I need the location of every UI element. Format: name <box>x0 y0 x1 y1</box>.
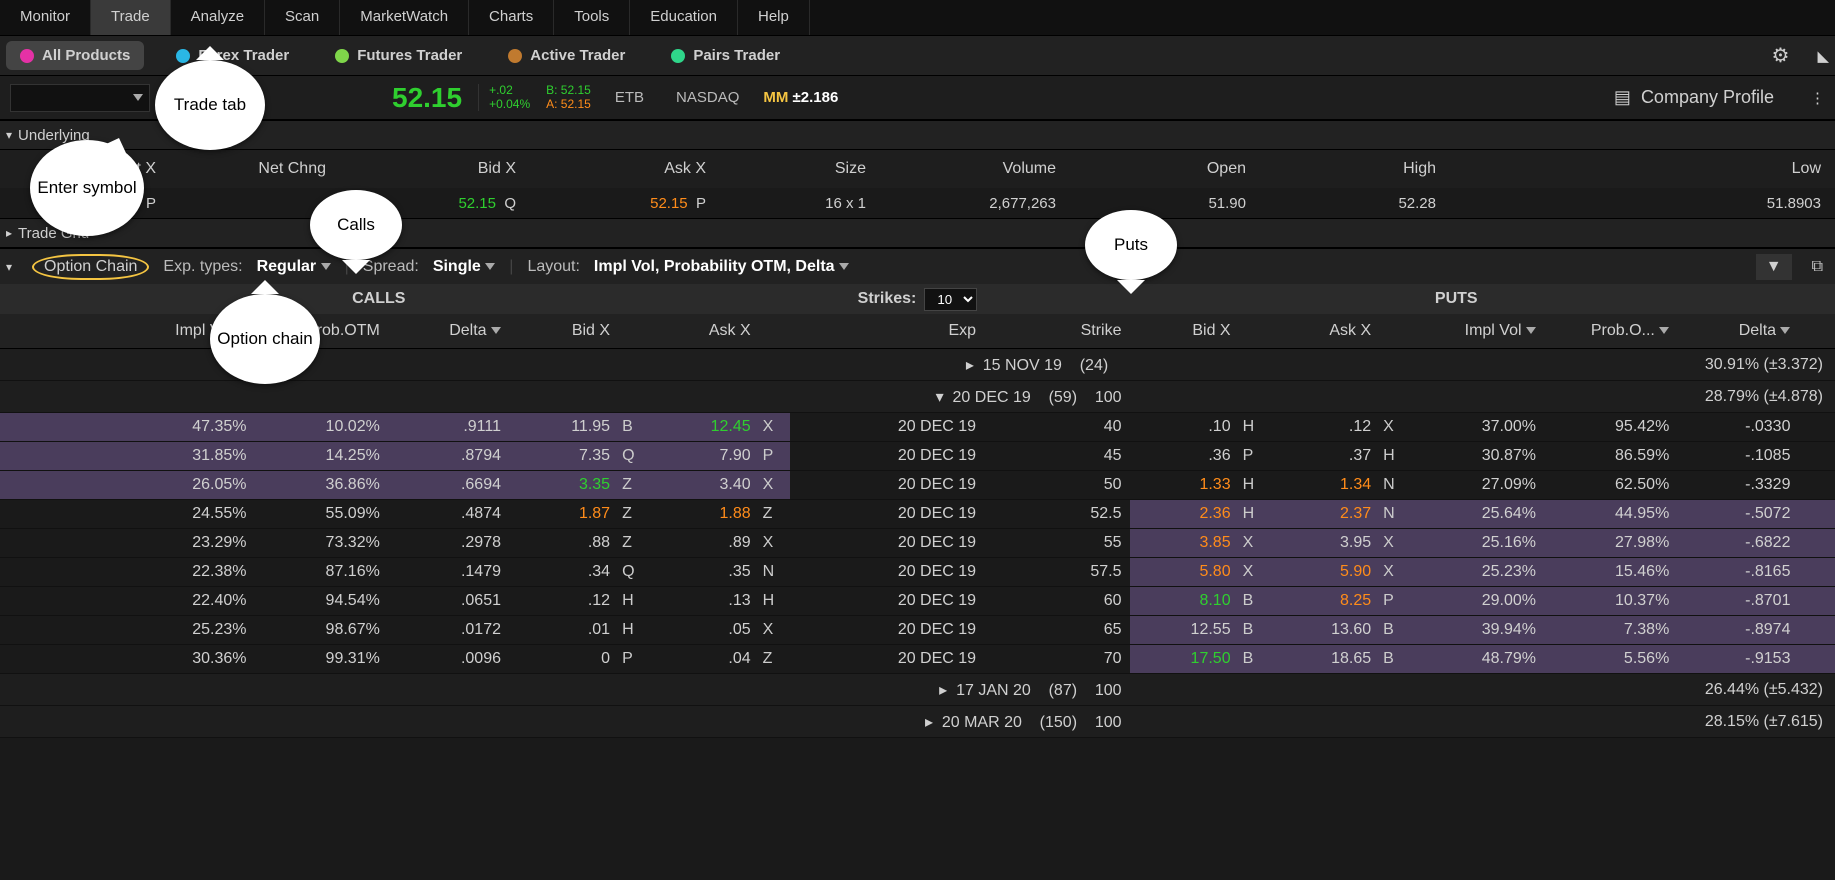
trade-grid-section-header[interactable]: ▸ Trade Grid <box>0 218 1835 248</box>
col-put-ask[interactable]: Ask X <box>1270 314 1379 349</box>
callout-option-chain: Option chain <box>210 294 320 384</box>
expiry-row[interactable]: ▸ 20 MAR 20 (150) 10028.15% (±7.615) <box>0 706 1835 738</box>
symbol-input[interactable] <box>10 84 150 112</box>
underlying-section-header[interactable]: ▾ Underlying <box>0 120 1835 150</box>
chevron-down-icon: ▾ <box>6 128 12 142</box>
last-price: 52.15 <box>392 82 462 114</box>
more-icon[interactable]: ⋮ <box>1810 89 1825 107</box>
menu-education[interactable]: Education <box>630 0 738 35</box>
dot-icon <box>20 49 34 63</box>
layout-select[interactable]: Impl Vol, Probability OTM, Delta <box>594 258 849 276</box>
menu-trade[interactable]: Trade <box>91 0 171 35</box>
strikes-selector: Strikes: 10 <box>758 288 1078 311</box>
col-put-iv[interactable]: Impl Vol <box>1411 314 1544 349</box>
col-put-bid[interactable]: Bid X <box>1130 314 1239 349</box>
symbol-infobar: 52.15 +.02+0.04% B: 52.15 A: 52.15 ETB N… <box>0 76 1835 120</box>
subtab-active-trader[interactable]: Active Trader <box>494 41 639 70</box>
chain-row[interactable]: 22.40%94.54%.0651.12H.13H20 DEC 19608.10… <box>0 587 1835 616</box>
chain-row[interactable]: 30.36%99.31%.00960P.04Z20 DEC 197017.50B… <box>0 645 1835 674</box>
option-chain-title[interactable]: Option Chain <box>32 254 149 280</box>
col-call-ask[interactable]: Ask X <box>650 314 759 349</box>
col-call-delta[interactable]: Delta <box>388 314 509 349</box>
dot-icon <box>176 49 190 63</box>
spread-select[interactable]: Single <box>433 258 495 276</box>
menu-monitor[interactable]: Monitor <box>0 0 91 35</box>
exchange-label: NASDAQ <box>668 89 747 106</box>
und-col-bid-x[interactable]: Bid X <box>340 160 530 178</box>
calls-header: CALLS <box>0 290 758 308</box>
expiry-row[interactable]: ▸ 17 JAN 20 (87) 10026.44% (±5.432) <box>0 674 1835 706</box>
chain-row[interactable]: 25.23%98.67%.0172.01H.05X20 DEC 196512.5… <box>0 616 1835 645</box>
chevron-right-icon: ▸ <box>6 226 12 240</box>
und-cell: 16 x 1 <box>720 195 880 212</box>
und-col-low[interactable]: Low <box>1450 160 1835 178</box>
und-col-open[interactable]: Open <box>1070 160 1260 178</box>
popout-icon[interactable]: ⧉ <box>1806 254 1829 280</box>
und-cell: 51.8903 <box>1450 195 1835 212</box>
callout-trade-tab: Trade tab <box>155 60 265 150</box>
subtab-pairs-trader[interactable]: Pairs Trader <box>657 41 794 70</box>
bid-ask-mini: B: 52.15 A: 52.15 <box>546 84 591 110</box>
product-subtabs: All ProductsForex TraderFutures TraderAc… <box>0 36 1835 76</box>
und-col-high[interactable]: High <box>1260 160 1450 178</box>
chain-row[interactable]: 23.29%73.32%.2978.88Z.89X20 DEC 19553.85… <box>0 529 1835 558</box>
market-maker-icon: MM ±2.186 <box>763 89 838 106</box>
und-cell: 52.15 P <box>530 195 720 212</box>
callout-calls: Calls <box>310 190 402 260</box>
expiry-row[interactable]: ▾ 20 DEC 19 (59) 10028.79% (±4.878) <box>0 381 1835 413</box>
und-col-volume[interactable]: Volume <box>880 160 1070 178</box>
gear-icon[interactable]: ⚙ <box>1772 43 1790 68</box>
menu-scan[interactable]: Scan <box>265 0 340 35</box>
col-exp[interactable]: Exp <box>790 314 984 349</box>
chevron-down-icon <box>133 94 143 101</box>
main-menubar: MonitorTradeAnalyzeScanMarketWatchCharts… <box>0 0 1835 36</box>
puts-header: PUTS <box>1078 290 1835 308</box>
menu-analyze[interactable]: Analyze <box>171 0 265 35</box>
dot-icon <box>508 49 522 63</box>
dot-icon <box>335 49 349 63</box>
chain-row[interactable]: 26.05%36.86%.66943.35Z3.40X20 DEC 19501.… <box>0 471 1835 500</box>
und-cell: 2,677,263 <box>880 195 1070 212</box>
col-put-delta[interactable]: Delta <box>1677 314 1798 349</box>
und-col-ask-x[interactable]: Ask X <box>530 160 720 178</box>
strikes-select[interactable]: 10 <box>924 288 977 311</box>
chain-row[interactable]: 22.38%87.16%.1479.34Q.35N20 DEC 1957.55.… <box>0 558 1835 587</box>
und-cell: 52.28 <box>1260 195 1450 212</box>
menu-tools[interactable]: Tools <box>554 0 630 35</box>
collapse-all-icon[interactable]: ▼ <box>1756 254 1792 280</box>
etb-badge: ETB <box>607 89 652 106</box>
subtab-futures-trader[interactable]: Futures Trader <box>321 41 476 70</box>
col-call-bid[interactable]: Bid X <box>509 314 618 349</box>
und-cell: 51.90 <box>1070 195 1260 212</box>
chevron-down-icon: ▾ <box>6 260 12 274</box>
callout-puts: Puts <box>1085 210 1177 280</box>
dot-icon <box>671 49 685 63</box>
menu-charts[interactable]: Charts <box>469 0 554 35</box>
underlying-columns: Last XNet ChngBid XAsk XSizeVolumeOpenHi… <box>0 150 1835 188</box>
company-profile-link[interactable]: ▤ Company Profile <box>1614 87 1774 108</box>
col-strike[interactable]: Strike <box>984 314 1129 349</box>
chain-row[interactable]: 31.85%14.25%.87947.35Q7.90P20 DEC 1945.3… <box>0 442 1835 471</box>
chain-row[interactable]: 47.35%10.02%.911111.95B12.45X20 DEC 1940… <box>0 413 1835 442</box>
subtab-all-products[interactable]: All Products <box>6 41 144 70</box>
und-col-size[interactable]: Size <box>720 160 880 178</box>
menu-marketwatch[interactable]: MarketWatch <box>340 0 469 35</box>
col-put-potm[interactable]: Prob.O... <box>1544 314 1677 349</box>
chain-row[interactable]: 24.55%55.09%.48741.87Z1.88Z20 DEC 1952.5… <box>0 500 1835 529</box>
corner-icon[interactable]: ◣ <box>1817 47 1829 65</box>
price-change: +.02+0.04% <box>478 84 530 110</box>
book-icon: ▤ <box>1614 87 1631 108</box>
und-col-net-chng[interactable]: Net Chng <box>170 160 340 178</box>
menu-help[interactable]: Help <box>738 0 810 35</box>
underlying-row: 52.15 P52.15 Q52.15 P16 x 12,677,26351.9… <box>0 188 1835 218</box>
callout-enter-symbol: Enter symbol <box>30 140 144 236</box>
